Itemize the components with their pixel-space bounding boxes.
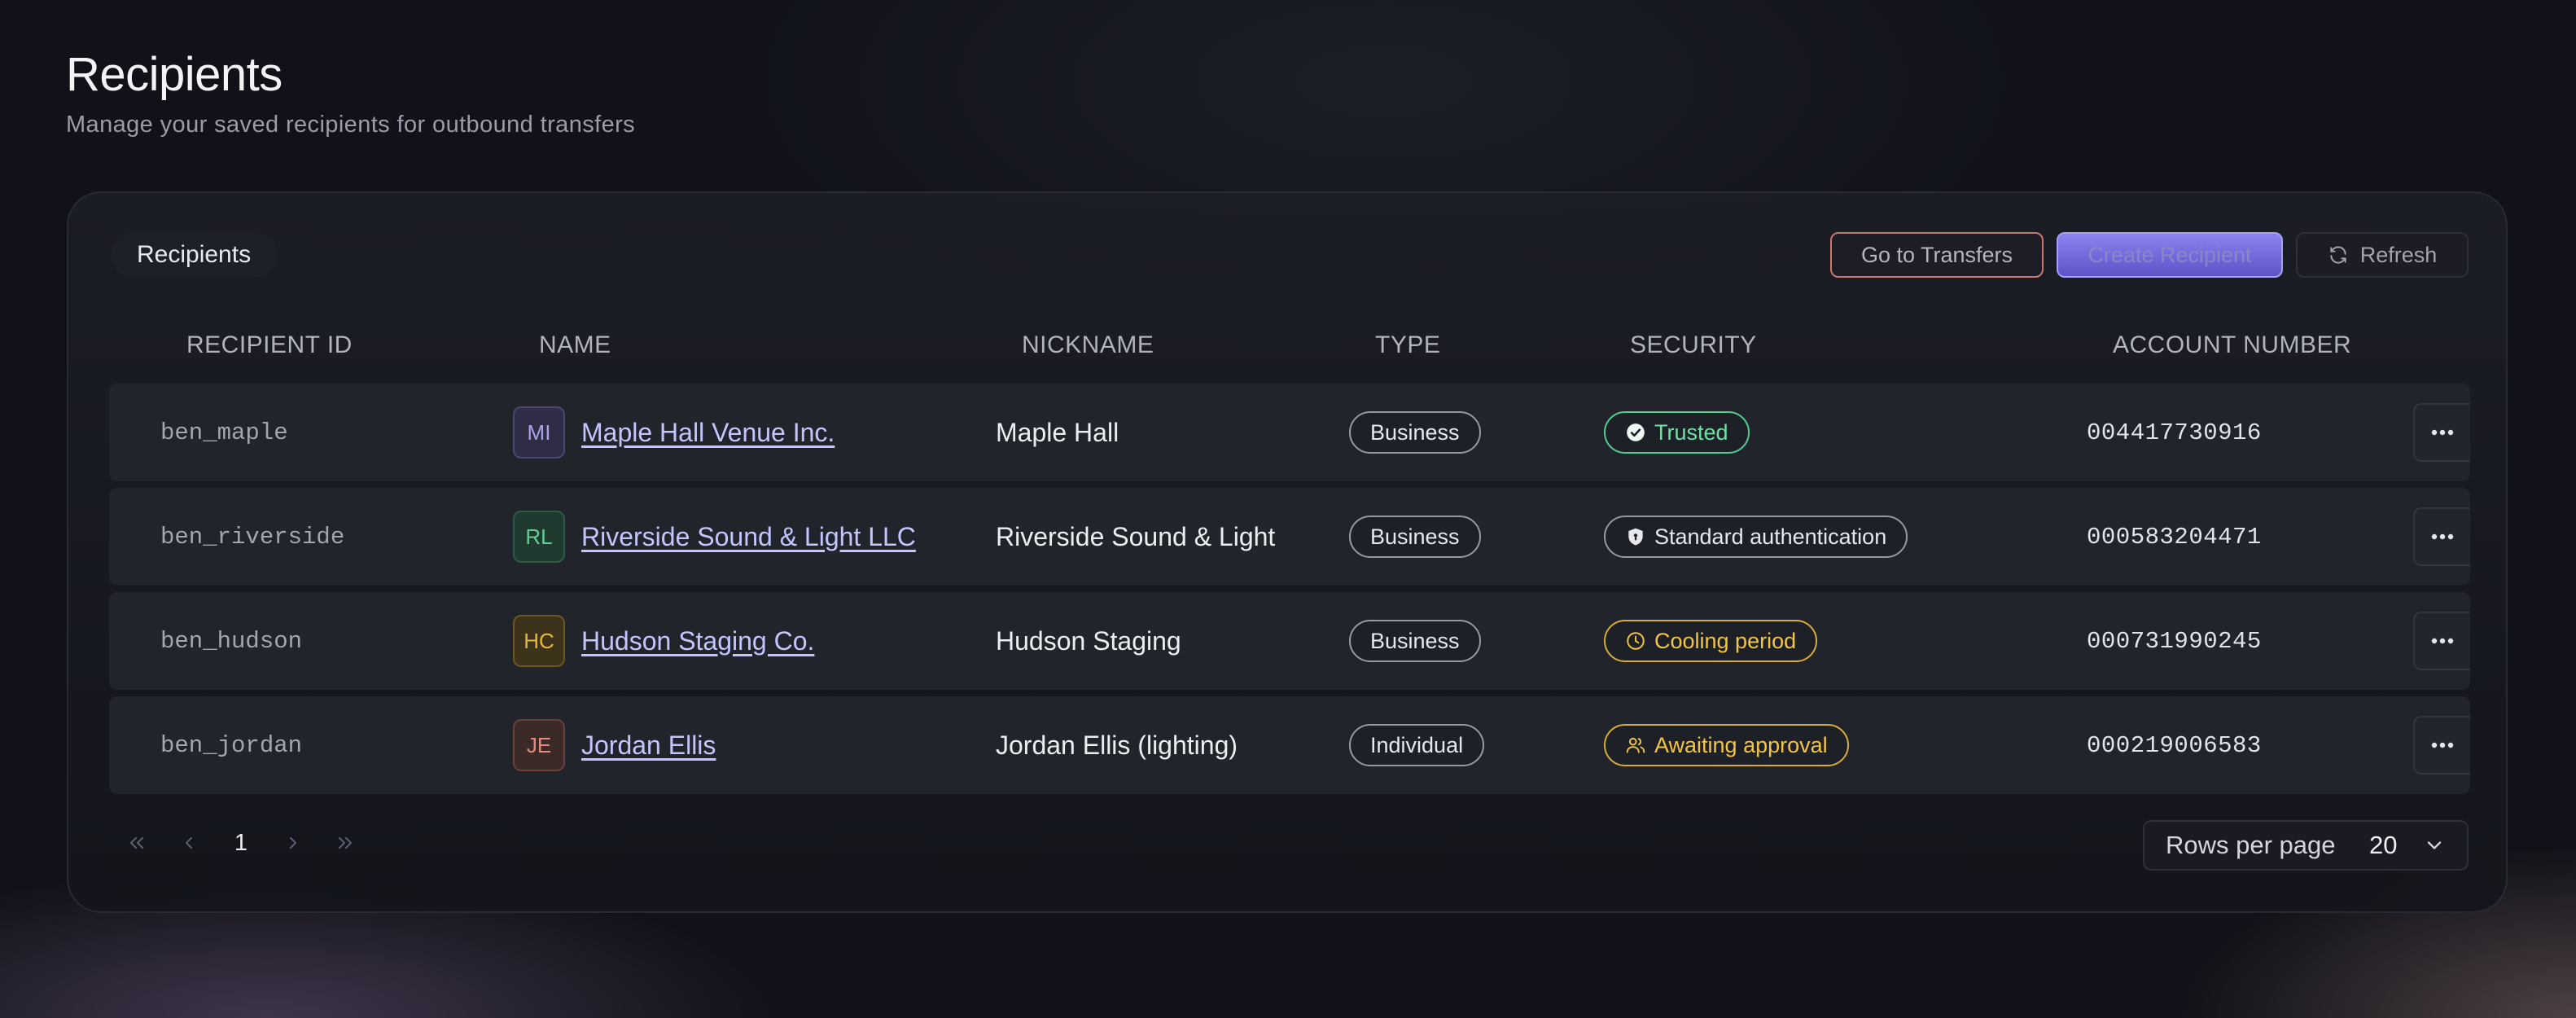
account-number: 000731990245 [2087, 627, 2262, 655]
page-subtitle: Manage your saved recipients for outboun… [66, 112, 636, 138]
security-cell: Standard authentication [1604, 488, 1908, 586]
rows-per-page-value: 20 [2369, 831, 2398, 859]
more-horizontal-icon [2431, 638, 2454, 644]
row-actions-button[interactable] [2413, 507, 2470, 566]
users-icon [1626, 737, 1645, 753]
name-cell: RL Riverside Sound & Light LLC [513, 488, 916, 586]
column-header-name: NAME [539, 331, 611, 358]
recipient-id: ben_riverside [160, 523, 345, 551]
next-page-button[interactable] [267, 818, 319, 867]
rows-per-page-select[interactable]: Rows per page 20 [2143, 820, 2469, 871]
type-badge: Business [1349, 411, 1481, 454]
column-header-recipient-id: RECIPIENT ID [186, 331, 353, 358]
recipient-id: ben_jordan [160, 731, 303, 759]
pagination: 1 [111, 818, 371, 867]
account-number: 004417730916 [2087, 419, 2262, 446]
first-page-button[interactable] [111, 818, 163, 867]
security-cell: Trusted [1604, 384, 1750, 481]
security-badge: Standard authentication [1604, 516, 1908, 558]
actions-cell [2413, 488, 2470, 586]
type-cell: Individual [1349, 696, 1485, 794]
actions-cell [2413, 696, 2470, 794]
refresh-label: Refresh [2359, 242, 2438, 267]
table-row: ben_riverside RL Riverside Sound & Light… [109, 488, 2470, 586]
previous-page-button[interactable] [163, 818, 215, 867]
table-row: ben_jordan JE Jordan Ellis Jordan Ellis … [109, 696, 2470, 794]
column-header-type: TYPE [1375, 331, 1441, 358]
last-page-button[interactable] [319, 818, 371, 867]
column-header-account-number: ACCOUNT NUMBER [2113, 331, 2352, 358]
go-to-transfers-button[interactable]: Go to Transfers [1830, 232, 2044, 278]
security-label: Cooling period [1654, 628, 1797, 653]
row-actions-button[interactable] [2413, 612, 2470, 670]
shield-icon [1628, 528, 1643, 546]
page-title: Recipients [66, 48, 283, 101]
row-actions-button[interactable] [2413, 716, 2470, 774]
more-horizontal-icon [2431, 429, 2454, 436]
chevrons-right-icon [339, 837, 352, 849]
actions-cell [2413, 592, 2470, 690]
clock-icon [1627, 632, 1645, 650]
type-badge: Business [1349, 620, 1481, 662]
recipient-name-link[interactable]: Jordan Ellis [581, 731, 716, 761]
column-header-security: SECURITY [1630, 331, 1757, 358]
avatar: JE [513, 719, 565, 771]
recipient-name-link[interactable]: Riverside Sound & Light LLC [581, 522, 916, 552]
row-actions-button[interactable] [2413, 403, 2470, 462]
table-header: RECIPIENT ID NAME NICKNAME TYPE SECURITY… [111, 331, 2469, 372]
type-badge: Individual [1349, 724, 1485, 766]
table-row: ben_maple MI Maple Hall Venue Inc. Maple… [109, 384, 2470, 481]
check-circle-icon [1627, 423, 1645, 441]
avatar: RL [513, 511, 565, 563]
security-badge: Trusted [1604, 411, 1750, 454]
recipient-nickname: Maple Hall [996, 417, 1119, 447]
type-cell: Business [1349, 488, 1481, 586]
chevron-down-icon [2427, 841, 2442, 849]
recipients-card: Recipients Go to Transfers Create Recipi… [67, 191, 2508, 913]
recipient-nickname: Hudson Staging [996, 625, 1181, 656]
more-horizontal-icon [2431, 742, 2454, 748]
recipient-id: ben_hudson [160, 627, 303, 655]
page-number-current[interactable]: 1 [215, 818, 267, 867]
security-cell: Awaiting approval [1604, 696, 1849, 794]
chevron-right-icon [290, 837, 296, 849]
avatar: MI [513, 406, 565, 459]
account-number: 000583204471 [2087, 523, 2262, 551]
security-badge: Awaiting approval [1604, 724, 1849, 766]
refresh-button[interactable]: Refresh [2296, 232, 2469, 278]
recipient-nickname: Riverside Sound & Light [996, 521, 1276, 551]
type-badge: Business [1349, 516, 1481, 558]
recipient-name-link[interactable]: Maple Hall Venue Inc. [581, 418, 835, 448]
name-cell: HC Hudson Staging Co. [513, 592, 814, 690]
recipient-nickname: Jordan Ellis (lighting) [996, 730, 1238, 760]
name-cell: JE Jordan Ellis [513, 696, 716, 794]
refresh-icon [2330, 246, 2346, 264]
create-recipient-button[interactable]: Create Recipient [2057, 232, 2283, 278]
rows-per-page-label: Rows per page [2166, 831, 2336, 859]
card-title-chip: Recipients [111, 232, 278, 278]
type-cell: Business [1349, 592, 1481, 690]
security-label: Awaiting approval [1654, 732, 1828, 757]
more-horizontal-icon [2431, 533, 2454, 540]
type-cell: Business [1349, 384, 1481, 481]
security-cell: Cooling period [1604, 592, 1818, 690]
table-row: ben_hudson HC Hudson Staging Co. Hudson … [109, 592, 2470, 690]
actions-cell [2413, 384, 2470, 481]
recipient-id: ben_maple [160, 419, 288, 446]
chevron-left-icon [186, 837, 192, 849]
avatar: HC [513, 615, 565, 667]
name-cell: MI Maple Hall Venue Inc. [513, 384, 835, 481]
column-header-nickname: NICKNAME [1022, 331, 1154, 358]
security-label: Standard authentication [1654, 524, 1887, 549]
account-number: 000219006583 [2087, 731, 2262, 759]
security-badge: Cooling period [1604, 620, 1818, 662]
chevrons-left-icon [130, 837, 143, 849]
recipient-name-link[interactable]: Hudson Staging Co. [581, 626, 814, 656]
security-label: Trusted [1654, 419, 1728, 445]
